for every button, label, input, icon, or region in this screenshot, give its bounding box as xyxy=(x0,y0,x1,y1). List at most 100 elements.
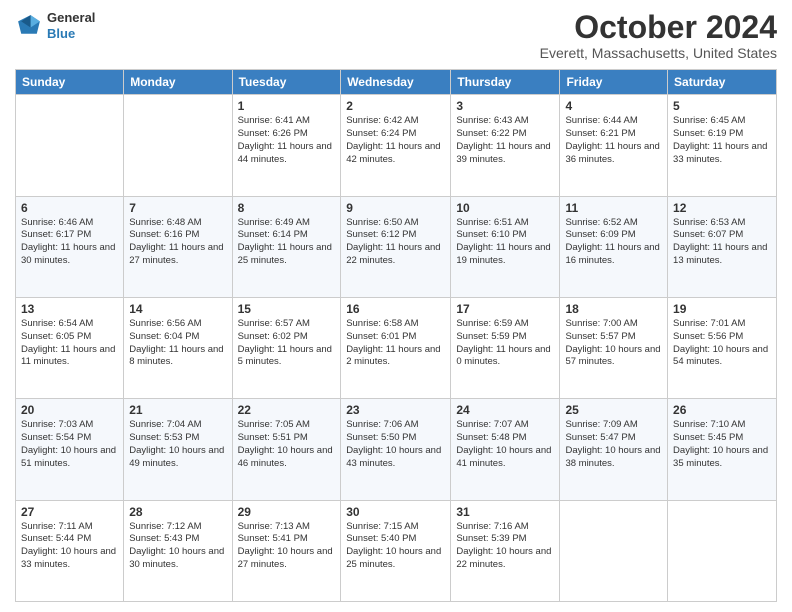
day-number: 16 xyxy=(346,302,445,316)
day-info: Sunrise: 7:09 AM Sunset: 5:47 PM Dayligh… xyxy=(565,419,662,470)
day-cell: 14Sunrise: 6:56 AM Sunset: 6:04 PM Dayli… xyxy=(124,297,232,398)
day-cell: 13 Sunrise: 6:54 AM Sunset: 6:05 PM Dayli… xyxy=(16,297,124,398)
day-cell: 23 Sunrise: 7:06 AM Sunset: 5:50 PM Dayli… xyxy=(341,399,451,500)
day-number: 6 xyxy=(21,201,118,215)
day-number: 17 xyxy=(456,302,554,316)
day-cell xyxy=(560,500,668,601)
day-number: 22 xyxy=(238,403,336,417)
day-info: Sunrise: 6:46 AM Sunset: 6:17 PM Dayligh… xyxy=(21,217,118,268)
day-header-friday: Friday xyxy=(560,70,668,95)
day-number: 7 xyxy=(129,201,226,215)
day-info: Sunrise: 6:50 AM Sunset: 6:12 PM Dayligh… xyxy=(346,217,445,268)
logo-blue: Blue xyxy=(47,26,75,41)
calendar-header: SundayMondayTuesdayWednesdayThursdayFrid… xyxy=(16,70,777,95)
day-cell: 15 Sunrise: 6:57 AM Sunset: 6:02 PM Dayli… xyxy=(232,297,341,398)
logo-icon xyxy=(15,12,43,40)
day-number: 2 xyxy=(346,99,445,113)
calendar-table: SundayMondayTuesdayWednesdayThursdayFrid… xyxy=(15,69,777,602)
day-info: Sunrise: 6:53 AM Sunset: 6:07 PM Dayligh… xyxy=(673,217,771,268)
day-info: Sunrise: 6:58 AM Sunset: 6:01 PM Dayligh… xyxy=(346,318,445,369)
day-cell: 24Sunrise: 7:07 AM Sunset: 5:48 PM Dayli… xyxy=(451,399,560,500)
day-header-wednesday: Wednesday xyxy=(341,70,451,95)
day-header-monday: Monday xyxy=(124,70,232,95)
week-row-2: 6 Sunrise: 6:46 AM Sunset: 6:17 PM Daylig… xyxy=(16,196,777,297)
day-info: Sunrise: 7:16 AM Sunset: 5:39 PM Dayligh… xyxy=(456,521,554,572)
calendar-title: October 2024 xyxy=(540,10,777,45)
day-header-tuesday: Tuesday xyxy=(232,70,341,95)
day-number: 28 xyxy=(129,505,226,519)
day-number: 9 xyxy=(346,201,445,215)
day-cell xyxy=(124,95,232,196)
day-info: Sunrise: 6:59 AM Sunset: 5:59 PM Dayligh… xyxy=(456,318,554,369)
day-info: Sunrise: 6:45 AM Sunset: 6:19 PM Dayligh… xyxy=(673,115,771,166)
day-cell: 1Sunrise: 6:41 AM Sunset: 6:26 PM Daylig… xyxy=(232,95,341,196)
day-info: Sunrise: 6:44 AM Sunset: 6:21 PM Dayligh… xyxy=(565,115,662,166)
day-cell: 30Sunrise: 7:15 AM Sunset: 5:40 PM Dayli… xyxy=(341,500,451,601)
day-info: Sunrise: 7:07 AM Sunset: 5:48 PM Dayligh… xyxy=(456,419,554,470)
day-cell: 16 Sunrise: 6:58 AM Sunset: 6:01 PM Dayli… xyxy=(341,297,451,398)
day-cell: 21Sunrise: 7:04 AM Sunset: 5:53 PM Dayli… xyxy=(124,399,232,500)
day-number: 13 xyxy=(21,302,118,316)
day-cell: 18 Sunrise: 7:00 AM Sunset: 5:57 PM Dayli… xyxy=(560,297,668,398)
day-info: Sunrise: 7:10 AM Sunset: 5:45 PM Dayligh… xyxy=(673,419,771,470)
day-number: 4 xyxy=(565,99,662,113)
day-cell: 20Sunrise: 7:03 AM Sunset: 5:54 PM Dayli… xyxy=(16,399,124,500)
page: General Blue October 2024 Everett, Massa… xyxy=(0,0,792,612)
day-info: Sunrise: 7:04 AM Sunset: 5:53 PM Dayligh… xyxy=(129,419,226,470)
day-info: Sunrise: 6:54 AM Sunset: 6:05 PM Dayligh… xyxy=(21,318,118,369)
day-cell: 7 Sunrise: 6:48 AM Sunset: 6:16 PM Daylig… xyxy=(124,196,232,297)
day-cell: 27Sunrise: 7:11 AM Sunset: 5:44 PM Dayli… xyxy=(16,500,124,601)
day-number: 3 xyxy=(456,99,554,113)
day-number: 14 xyxy=(129,302,226,316)
day-header-thursday: Thursday xyxy=(451,70,560,95)
calendar-body: 1Sunrise: 6:41 AM Sunset: 6:26 PM Daylig… xyxy=(16,95,777,602)
day-cell: 17 Sunrise: 6:59 AM Sunset: 5:59 PM Dayli… xyxy=(451,297,560,398)
day-cell xyxy=(668,500,777,601)
day-info: Sunrise: 7:00 AM Sunset: 5:57 PM Dayligh… xyxy=(565,318,662,369)
day-info: Sunrise: 7:06 AM Sunset: 5:50 PM Dayligh… xyxy=(346,419,445,470)
day-cell: 31 Sunrise: 7:16 AM Sunset: 5:39 PM Dayli… xyxy=(451,500,560,601)
day-info: Sunrise: 7:11 AM Sunset: 5:44 PM Dayligh… xyxy=(21,521,118,572)
day-header-sunday: Sunday xyxy=(16,70,124,95)
day-info: Sunrise: 6:51 AM Sunset: 6:10 PM Dayligh… xyxy=(456,217,554,268)
day-info: Sunrise: 6:57 AM Sunset: 6:02 PM Dayligh… xyxy=(238,318,336,369)
logo: General Blue xyxy=(15,10,95,41)
header: General Blue October 2024 Everett, Massa… xyxy=(15,10,777,61)
day-cell: 26Sunrise: 7:10 AM Sunset: 5:45 PM Dayli… xyxy=(668,399,777,500)
day-info: Sunrise: 7:03 AM Sunset: 5:54 PM Dayligh… xyxy=(21,419,118,470)
day-info: Sunrise: 7:13 AM Sunset: 5:41 PM Dayligh… xyxy=(238,521,336,572)
week-row-3: 13 Sunrise: 6:54 AM Sunset: 6:05 PM Dayli… xyxy=(16,297,777,398)
week-row-1: 1Sunrise: 6:41 AM Sunset: 6:26 PM Daylig… xyxy=(16,95,777,196)
header-row: SundayMondayTuesdayWednesdayThursdayFrid… xyxy=(16,70,777,95)
day-info: Sunrise: 7:12 AM Sunset: 5:43 PM Dayligh… xyxy=(129,521,226,572)
day-header-saturday: Saturday xyxy=(668,70,777,95)
day-cell: 5Sunrise: 6:45 AM Sunset: 6:19 PM Daylig… xyxy=(668,95,777,196)
day-info: Sunrise: 6:43 AM Sunset: 6:22 PM Dayligh… xyxy=(456,115,554,166)
day-number: 31 xyxy=(456,505,554,519)
day-cell: 19Sunrise: 7:01 AM Sunset: 5:56 PM Dayli… xyxy=(668,297,777,398)
day-cell: 8Sunrise: 6:49 AM Sunset: 6:14 PM Daylig… xyxy=(232,196,341,297)
day-info: Sunrise: 7:15 AM Sunset: 5:40 PM Dayligh… xyxy=(346,521,445,572)
day-number: 23 xyxy=(346,403,445,417)
day-number: 12 xyxy=(673,201,771,215)
title-block: October 2024 Everett, Massachusetts, Uni… xyxy=(540,10,777,61)
day-cell: 25Sunrise: 7:09 AM Sunset: 5:47 PM Dayli… xyxy=(560,399,668,500)
day-cell: 9 Sunrise: 6:50 AM Sunset: 6:12 PM Daylig… xyxy=(341,196,451,297)
day-cell: 6 Sunrise: 6:46 AM Sunset: 6:17 PM Daylig… xyxy=(16,196,124,297)
day-info: Sunrise: 6:49 AM Sunset: 6:14 PM Dayligh… xyxy=(238,217,336,268)
day-number: 10 xyxy=(456,201,554,215)
day-cell xyxy=(16,95,124,196)
day-cell: 11Sunrise: 6:52 AM Sunset: 6:09 PM Dayli… xyxy=(560,196,668,297)
day-cell: 4 Sunrise: 6:44 AM Sunset: 6:21 PM Daylig… xyxy=(560,95,668,196)
logo-general: General xyxy=(47,10,95,25)
day-number: 11 xyxy=(565,201,662,215)
logo-text: General Blue xyxy=(47,10,95,41)
day-number: 29 xyxy=(238,505,336,519)
day-info: Sunrise: 6:41 AM Sunset: 6:26 PM Dayligh… xyxy=(238,115,336,166)
day-cell: 12 Sunrise: 6:53 AM Sunset: 6:07 PM Dayli… xyxy=(668,196,777,297)
day-cell: 3 Sunrise: 6:43 AM Sunset: 6:22 PM Daylig… xyxy=(451,95,560,196)
calendar-subtitle: Everett, Massachusetts, United States xyxy=(540,45,777,61)
day-info: Sunrise: 6:48 AM Sunset: 6:16 PM Dayligh… xyxy=(129,217,226,268)
day-number: 15 xyxy=(238,302,336,316)
day-number: 18 xyxy=(565,302,662,316)
